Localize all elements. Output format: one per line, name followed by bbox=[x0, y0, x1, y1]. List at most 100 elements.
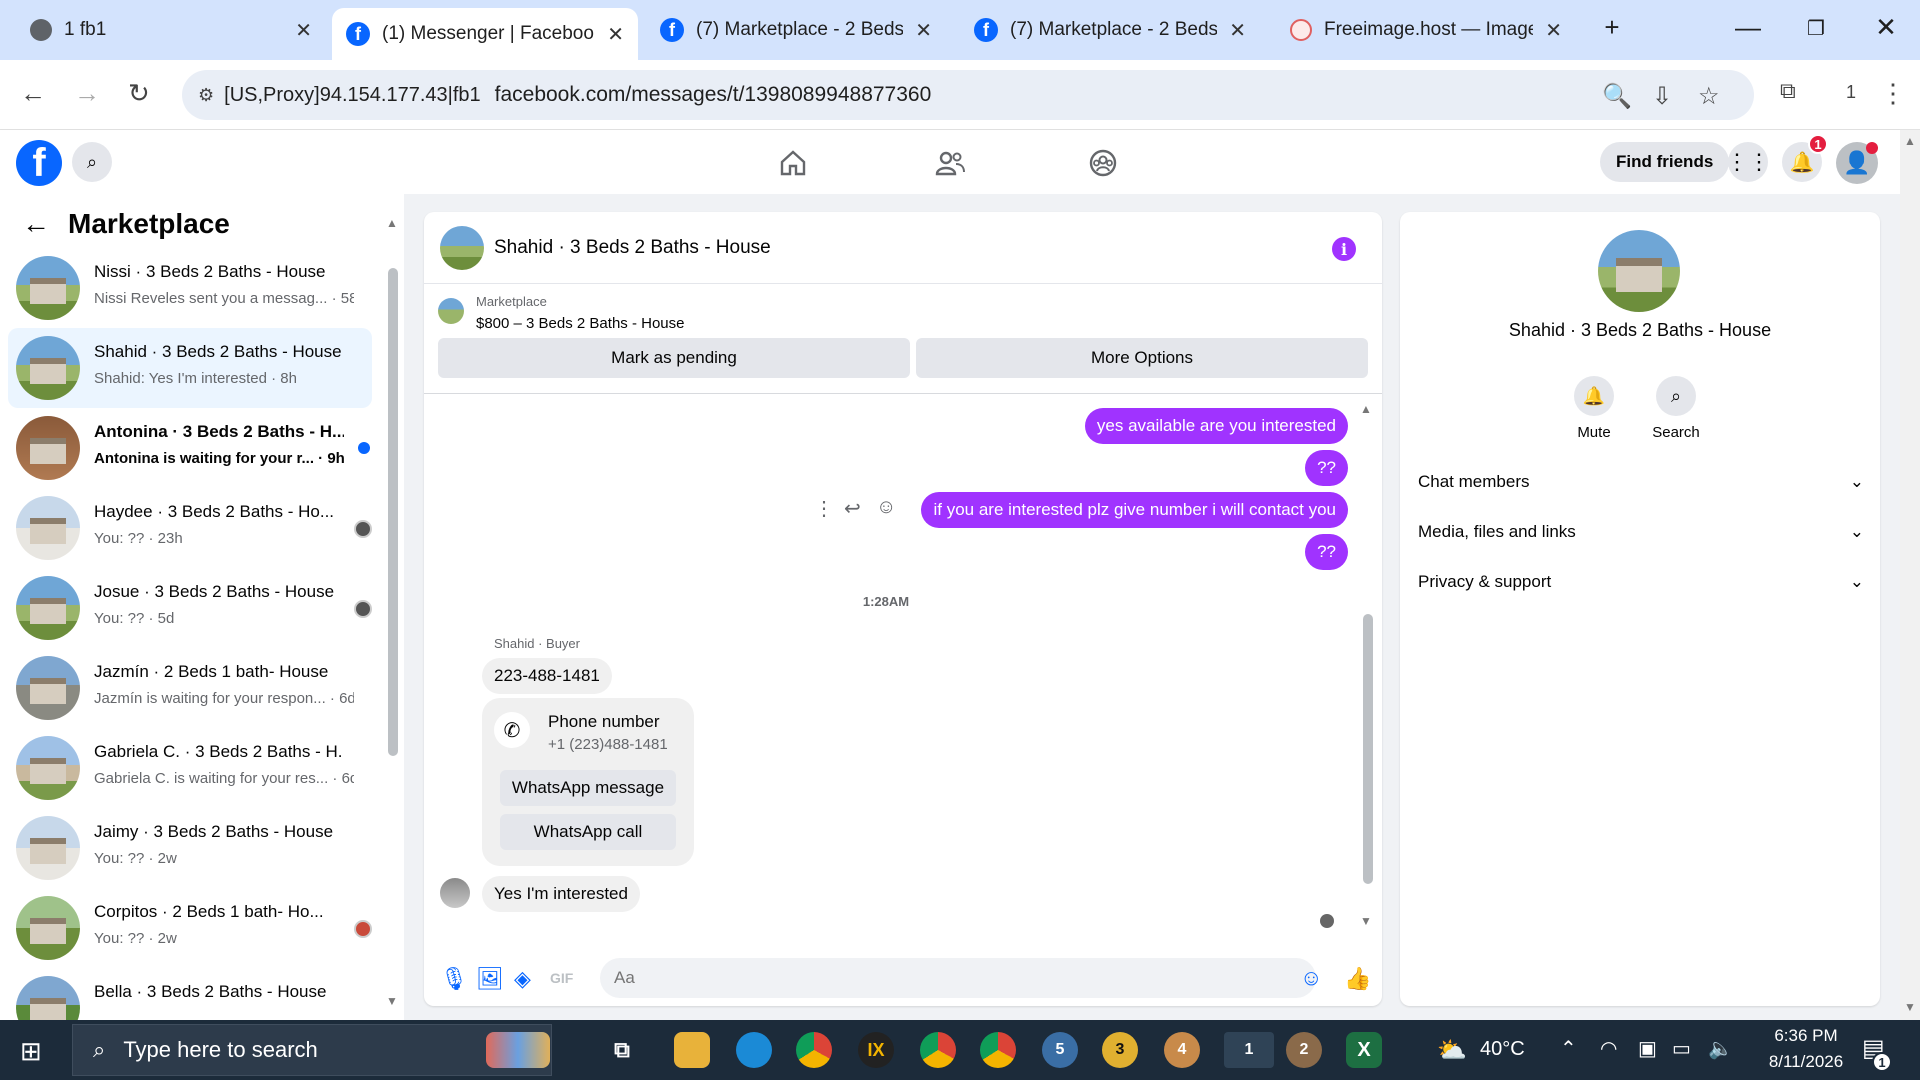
conversation-item[interactable]: Corpitos · 2 Beds 1 bath- Ho... You: ?? … bbox=[8, 888, 372, 968]
whatsapp-call-button[interactable]: WhatsApp call bbox=[500, 814, 676, 850]
outgoing-message[interactable]: yes available are you interested bbox=[1084, 408, 1348, 444]
back-icon[interactable]: ← bbox=[20, 78, 46, 109]
browser-tab-freeimage[interactable]: Freeimage.host — Image ✕ bbox=[1276, 8, 1576, 52]
gif-icon[interactable]: GIF bbox=[550, 970, 573, 986]
browser-tab-marketplace-1[interactable]: f (7) Marketplace - 2 Beds 1 ✕ bbox=[646, 8, 946, 52]
menu-grid-icon[interactable]: ⋮⋮ bbox=[1726, 142, 1770, 182]
tab-search-icon[interactable]: ⧉ bbox=[1780, 78, 1796, 104]
chrome-badge-icon[interactable]: 1 bbox=[1224, 1032, 1274, 1068]
volume-muted-icon[interactable]: 🔈 bbox=[1708, 1036, 1733, 1061]
back-arrow-icon[interactable]: ← bbox=[22, 208, 50, 240]
mark-as-pending-button[interactable]: Mark as pending bbox=[438, 338, 910, 378]
new-tab-button[interactable]: + bbox=[1592, 12, 1632, 43]
conversation-item[interactable]: Jazmín · 2 Beds 1 bath- House Jazmín is … bbox=[8, 648, 372, 728]
scroll-down-icon[interactable]: ▼ bbox=[386, 994, 398, 1008]
scroll-down-icon[interactable]: ▼ bbox=[1360, 914, 1372, 928]
reply-icon[interactable]: ↩ bbox=[844, 496, 861, 521]
weather-icon[interactable]: ⛅ bbox=[1434, 1032, 1470, 1068]
mute-button[interactable]: 🔔 Mute bbox=[1554, 376, 1634, 441]
chrome-badge-icon[interactable]: 3 bbox=[1102, 1032, 1138, 1068]
close-window-icon[interactable]: ✕ bbox=[1866, 12, 1906, 43]
browser-tab-fb1[interactable]: 1 fb1 ✕ bbox=[16, 8, 326, 52]
message-input[interactable] bbox=[600, 958, 1316, 998]
conversation-item[interactable]: Jaimy · 3 Beds 2 Baths - House You: ?? ·… bbox=[8, 808, 372, 888]
attach-photo-icon[interactable]: 🖼 bbox=[476, 966, 504, 992]
scroll-up-icon[interactable]: ▲ bbox=[386, 216, 398, 230]
close-tab-icon[interactable]: ✕ bbox=[607, 22, 624, 47]
emoji-icon[interactable]: ☺ bbox=[1300, 965, 1322, 991]
sidebar-scroll-thumb[interactable] bbox=[388, 268, 398, 756]
excel-icon[interactable]: X bbox=[1346, 1032, 1382, 1068]
chrome-profile-icon[interactable] bbox=[980, 1032, 1016, 1068]
file-explorer-icon[interactable] bbox=[674, 1032, 710, 1068]
conversation-item[interactable]: Haydee · 3 Beds 2 Baths - Ho... You: ?? … bbox=[8, 488, 372, 568]
accordion-privacy-support[interactable]: Privacy & support ⌄ bbox=[1418, 562, 1864, 602]
outgoing-message[interactable]: ?? bbox=[1305, 534, 1348, 570]
sender-avatar[interactable] bbox=[440, 878, 470, 908]
close-tab-icon[interactable]: ✕ bbox=[1229, 18, 1246, 43]
close-tab-icon[interactable]: ✕ bbox=[915, 18, 932, 43]
address-bar[interactable]: ⚙ [US,Proxy]94.154.177.43|fb1 facebook.c… bbox=[182, 70, 1754, 120]
chrome-icon[interactable] bbox=[796, 1032, 832, 1068]
battery-icon[interactable]: ▭ bbox=[1672, 1036, 1691, 1061]
clock-time[interactable]: 6:36 PM bbox=[1756, 1026, 1856, 1046]
microphone-icon[interactable]: 🎙 bbox=[440, 966, 468, 992]
scroll-up-icon[interactable]: ▲ bbox=[1360, 402, 1372, 416]
close-tab-icon[interactable]: ✕ bbox=[1545, 18, 1562, 43]
conversation-item[interactable]: Nissi · 3 Beds 2 Baths - House Nissi Rev… bbox=[8, 248, 372, 328]
app-ix-icon[interactable]: IX bbox=[858, 1032, 894, 1068]
chat-title[interactable]: Shahid · 3 Beds 2 Baths - House bbox=[494, 237, 771, 259]
zoom-icon[interactable]: 🔍 bbox=[1602, 82, 1632, 111]
browser-tab-marketplace-2[interactable]: f (7) Marketplace - 2 Beds 1 ✕ bbox=[960, 8, 1260, 52]
groups-icon[interactable] bbox=[1088, 148, 1118, 178]
incoming-message[interactable]: 223-488-1481 bbox=[482, 658, 612, 694]
search-icon[interactable]: ⌕ bbox=[72, 142, 112, 182]
chrome-profile-icon[interactable] bbox=[920, 1032, 956, 1068]
accordion-chat-members[interactable]: Chat members ⌄ bbox=[1418, 462, 1864, 502]
windows-start-icon[interactable]: ⊞ bbox=[20, 1036, 42, 1067]
profile-count[interactable]: 1 bbox=[1846, 82, 1856, 103]
accordion-media-files-links[interactable]: Media, files and links ⌄ bbox=[1418, 512, 1864, 552]
thumbs-up-icon[interactable]: 👍 bbox=[1344, 966, 1371, 992]
minimize-icon[interactable]: — bbox=[1728, 12, 1768, 43]
profile-avatar[interactable] bbox=[1598, 230, 1680, 312]
network-icon[interactable]: ▣ bbox=[1638, 1036, 1657, 1061]
chat-avatar[interactable] bbox=[440, 226, 484, 270]
info-icon[interactable]: i bbox=[1332, 237, 1356, 261]
sidebar-scrollbar[interactable]: ▲ ▼ bbox=[386, 216, 398, 1008]
conversation-item[interactable]: Antonina · 3 Beds 2 Baths - H... Antonin… bbox=[8, 408, 372, 488]
scroll-up-icon[interactable]: ▲ bbox=[1904, 134, 1916, 148]
task-view-icon[interactable]: ⧉ bbox=[604, 1032, 640, 1068]
listing-price[interactable]: $800 – 3 Beds 2 Baths - House bbox=[476, 315, 684, 332]
chevron-up-icon[interactable]: ⌃ bbox=[1560, 1036, 1577, 1061]
more-options-button[interactable]: More Options bbox=[916, 338, 1368, 378]
page-scrollbar[interactable]: ▲ ▼ bbox=[1900, 130, 1920, 1020]
friends-icon[interactable] bbox=[934, 148, 966, 178]
restore-icon[interactable]: ❐ bbox=[1796, 16, 1836, 41]
search-highlight-icon[interactable] bbox=[486, 1032, 550, 1068]
chrome-badge-icon[interactable]: 4 bbox=[1164, 1032, 1200, 1068]
taskbar-search[interactable]: ⌕ Type here to search bbox=[72, 1024, 552, 1076]
forward-icon[interactable]: → bbox=[74, 78, 100, 109]
edge-icon[interactable] bbox=[736, 1032, 772, 1068]
browser-tab-messenger[interactable]: f (1) Messenger | Facebook ✕ bbox=[332, 8, 638, 60]
site-info-icon[interactable]: ⚙ bbox=[198, 85, 214, 106]
chat-scrollbar[interactable]: ▲ ▼ bbox=[1360, 402, 1374, 932]
whatsapp-message-button[interactable]: WhatsApp message bbox=[500, 770, 676, 806]
home-icon[interactable] bbox=[778, 148, 808, 178]
find-friends-button[interactable]: Find friends bbox=[1600, 142, 1730, 182]
conversation-item[interactable]: Gabriela C. · 3 Beds 2 Baths - H... Gabr… bbox=[8, 728, 372, 808]
react-emoji-icon[interactable]: ☺ bbox=[876, 496, 896, 519]
reload-icon[interactable]: ↻ bbox=[128, 78, 150, 109]
sticker-icon[interactable]: ◈ bbox=[514, 966, 531, 992]
scroll-down-icon[interactable]: ▼ bbox=[1904, 1000, 1916, 1014]
outgoing-message[interactable]: if you are interested plz give number i … bbox=[921, 492, 1348, 528]
conversation-item[interactable]: Bella · 3 Beds 2 Baths - House bbox=[8, 968, 372, 1020]
facebook-logo-icon[interactable]: f bbox=[16, 140, 62, 186]
clock-date[interactable]: 8/11/2026 bbox=[1746, 1052, 1866, 1072]
chat-scroll-thumb[interactable] bbox=[1363, 614, 1373, 884]
close-tab-icon[interactable]: ✕ bbox=[295, 18, 312, 43]
bookmark-star-icon[interactable]: ☆ bbox=[1698, 82, 1720, 111]
conversation-item[interactable]: Josue · 3 Beds 2 Baths - House You: ?? ·… bbox=[8, 568, 372, 648]
weather-temp[interactable]: 40°C bbox=[1480, 1038, 1525, 1061]
